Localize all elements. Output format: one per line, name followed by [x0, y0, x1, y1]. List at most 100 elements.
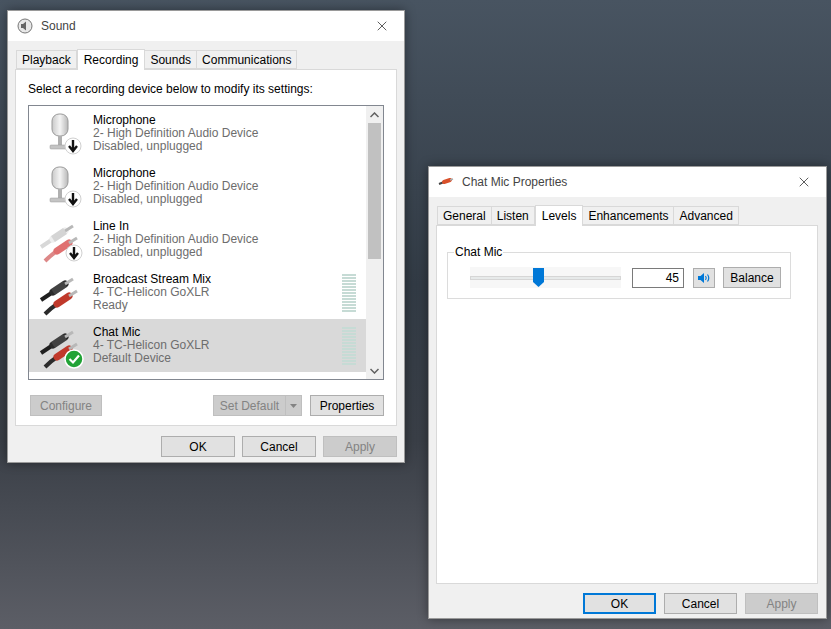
mute-button[interactable] — [693, 268, 715, 288]
device-name: Microphone — [93, 167, 356, 180]
device-driver: 4- TC-Helicon GoXLR — [93, 339, 334, 352]
scrollbar[interactable] — [366, 106, 383, 379]
window-title: Chat Mic Properties — [462, 173, 782, 191]
device-row[interactable]: Broadcast Stream Mix4- TC-Helicon GoXLRR… — [29, 266, 366, 319]
tab-panel: Select a recording device below to modif… — [15, 69, 397, 426]
meter-segment — [342, 354, 356, 356]
desktop: Sound PlaybackRecordingSoundsCommunicatio… — [0, 0, 831, 629]
level-meter — [342, 274, 356, 312]
level-group: Chat Mic45Balance — [447, 252, 791, 299]
device-row[interactable]: Chat Mic4- TC-Helicon GoXLRDefault Devic… — [29, 319, 366, 372]
tab[interactable]: Levels — [535, 205, 584, 226]
button[interactable]: Cancel — [242, 436, 316, 457]
meter-segment — [342, 307, 356, 309]
meter-segment — [342, 310, 356, 312]
scroll-down-button[interactable] — [366, 362, 383, 379]
button[interactable]: Cancel — [664, 593, 737, 614]
device-row[interactable]: Line In2- High Definition Audio DeviceDi… — [29, 213, 366, 266]
device-row[interactable]: Microphone2- High Definition Audio Devic… — [29, 107, 366, 160]
device-row[interactable]: Microphone2- High Definition Audio Devic… — [29, 160, 366, 213]
slider-track — [470, 276, 621, 280]
close-icon — [374, 18, 390, 34]
slider-thumb-icon[interactable] — [533, 268, 544, 287]
speaker-app-icon — [17, 18, 33, 34]
meter-segment — [342, 330, 356, 332]
level-value-field[interactable]: 45 — [632, 268, 684, 288]
footer-buttons: OK Cancel Apply — [429, 584, 826, 614]
meter-segment — [342, 333, 356, 335]
meter-segment — [342, 342, 356, 344]
default-check-icon — [65, 350, 83, 368]
audio-plug-icon — [39, 323, 85, 369]
close-button[interactable] — [368, 14, 396, 38]
tab[interactable]: Sounds — [144, 50, 197, 69]
device-status: Disabled, unplugged — [93, 246, 356, 259]
meter-segment — [342, 345, 356, 347]
split-dropdown-button[interactable] — [286, 395, 302, 416]
footer-buttons: OK Cancel Apply — [8, 426, 404, 457]
disabled-badge-icon — [65, 138, 81, 154]
split-button[interactable]: Set Default — [213, 395, 302, 416]
button[interactable]: Set Default — [213, 395, 286, 416]
tab[interactable]: Enhancements — [582, 206, 674, 225]
meter-segment — [342, 327, 356, 329]
close-icon — [796, 174, 812, 190]
disabled-badge-icon — [65, 191, 81, 207]
meter-segment — [342, 348, 356, 350]
scroll-thumb[interactable] — [368, 123, 381, 259]
meter-segment — [342, 292, 356, 294]
scroll-up-button[interactable] — [366, 106, 383, 123]
meter-segment — [342, 360, 356, 362]
dropdown-arrow-icon — [290, 404, 297, 408]
button[interactable]: Properties — [310, 395, 384, 416]
title-bar[interactable]: Chat Mic Properties — [429, 167, 826, 197]
tab[interactable]: Communications — [196, 50, 297, 69]
instruction-text: Select a recording device below to modif… — [28, 82, 384, 97]
button[interactable]: OK — [583, 593, 656, 614]
speaker-icon — [697, 271, 711, 285]
device-driver: 2- High Definition Audio Device — [93, 127, 356, 140]
arrow-up-icon — [370, 112, 379, 118]
meter-segment — [342, 357, 356, 359]
meter-segment — [342, 280, 356, 282]
tab-bar: PlaybackRecordingSoundsCommunications — [16, 50, 404, 69]
meter-segment — [342, 301, 356, 303]
button[interactable]: Balance — [723, 267, 781, 288]
meter-segment — [342, 351, 356, 353]
tab[interactable]: Recording — [77, 49, 146, 70]
device-status: Default Device — [93, 352, 334, 365]
button[interactable]: Apply — [323, 436, 397, 457]
meter-segment — [342, 286, 356, 288]
meter-segment — [342, 363, 356, 365]
tab-panel: Chat Mic45Balance — [436, 225, 818, 584]
meter-segment — [342, 274, 356, 276]
arrow-down-icon — [370, 368, 379, 374]
meter-segment — [342, 283, 356, 285]
level-slider[interactable] — [470, 267, 621, 288]
title-bar[interactable]: Sound — [8, 11, 404, 41]
tab[interactable]: Playback — [16, 50, 77, 69]
device-name: Broadcast Stream Mix — [93, 273, 334, 286]
audio-plug-app-icon — [438, 174, 454, 190]
tab[interactable]: General — [437, 206, 492, 225]
device-name: Line In — [93, 220, 356, 233]
meter-segment — [342, 336, 356, 338]
close-button[interactable] — [790, 170, 818, 194]
meter-segment — [342, 289, 356, 291]
button[interactable]: OK — [161, 436, 235, 457]
device-status: Ready — [93, 299, 334, 312]
sound-window: Sound PlaybackRecordingSoundsCommunicatio… — [7, 10, 405, 463]
meter-segment — [342, 298, 356, 300]
tab[interactable]: Advanced — [673, 206, 738, 225]
microphone-icon — [39, 164, 85, 210]
level-meter — [342, 327, 356, 365]
device-driver: 2- High Definition Audio Device — [93, 233, 356, 246]
button[interactable]: Apply — [745, 593, 818, 614]
meter-segment — [342, 304, 356, 306]
button[interactable]: Configure — [30, 395, 102, 416]
device-status: Disabled, unplugged — [93, 193, 356, 206]
device-driver: 2- High Definition Audio Device — [93, 180, 356, 193]
device-status: Disabled, unplugged — [93, 140, 356, 153]
tab[interactable]: Listen — [491, 206, 535, 225]
device-list: Microphone2- High Definition Audio Devic… — [28, 105, 384, 380]
